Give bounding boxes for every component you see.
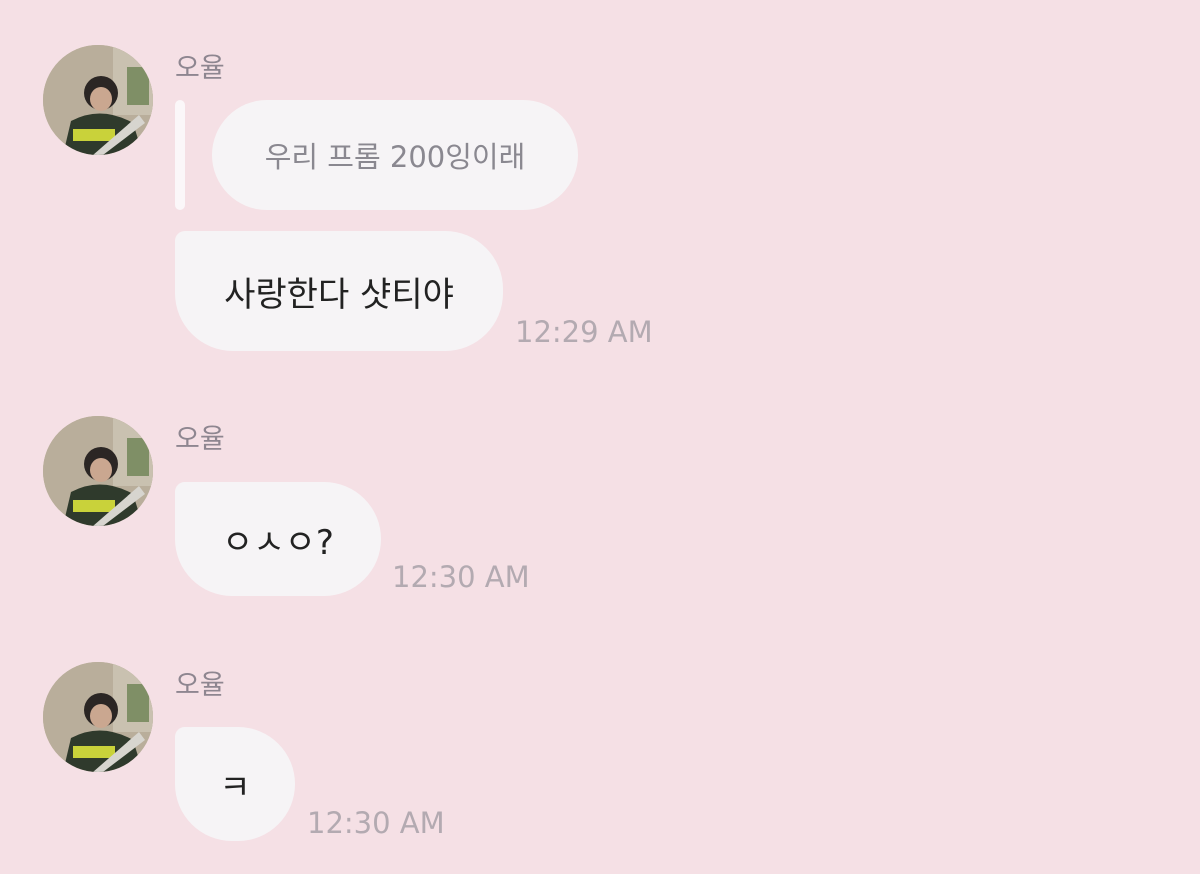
quoted-reply-bubble[interactable]: 우리 프롬 200잉이래 bbox=[212, 100, 578, 210]
avatar-photo-icon bbox=[43, 416, 153, 526]
sender-name: 오율 bbox=[175, 670, 225, 701]
avatar-photo-icon bbox=[43, 45, 153, 155]
message-timestamp: 12:29 AM bbox=[515, 315, 653, 349]
sender-name: 오율 bbox=[175, 424, 225, 455]
reply-indicator-bar bbox=[175, 100, 185, 210]
sender-avatar[interactable] bbox=[43, 662, 153, 772]
sender-name: 오율 bbox=[175, 53, 225, 84]
sender-avatar[interactable] bbox=[43, 416, 153, 526]
message-timestamp: 12:30 AM bbox=[307, 806, 445, 840]
avatar-photo-icon bbox=[43, 662, 153, 772]
message-bubble[interactable]: 사랑한다 샷티야 bbox=[175, 231, 503, 351]
message-bubble[interactable]: ㅋ bbox=[175, 727, 295, 841]
message-bubble[interactable]: ㅇㅅㅇ? bbox=[175, 482, 381, 596]
message-timestamp: 12:30 AM bbox=[392, 560, 530, 594]
sender-avatar[interactable] bbox=[43, 45, 153, 155]
